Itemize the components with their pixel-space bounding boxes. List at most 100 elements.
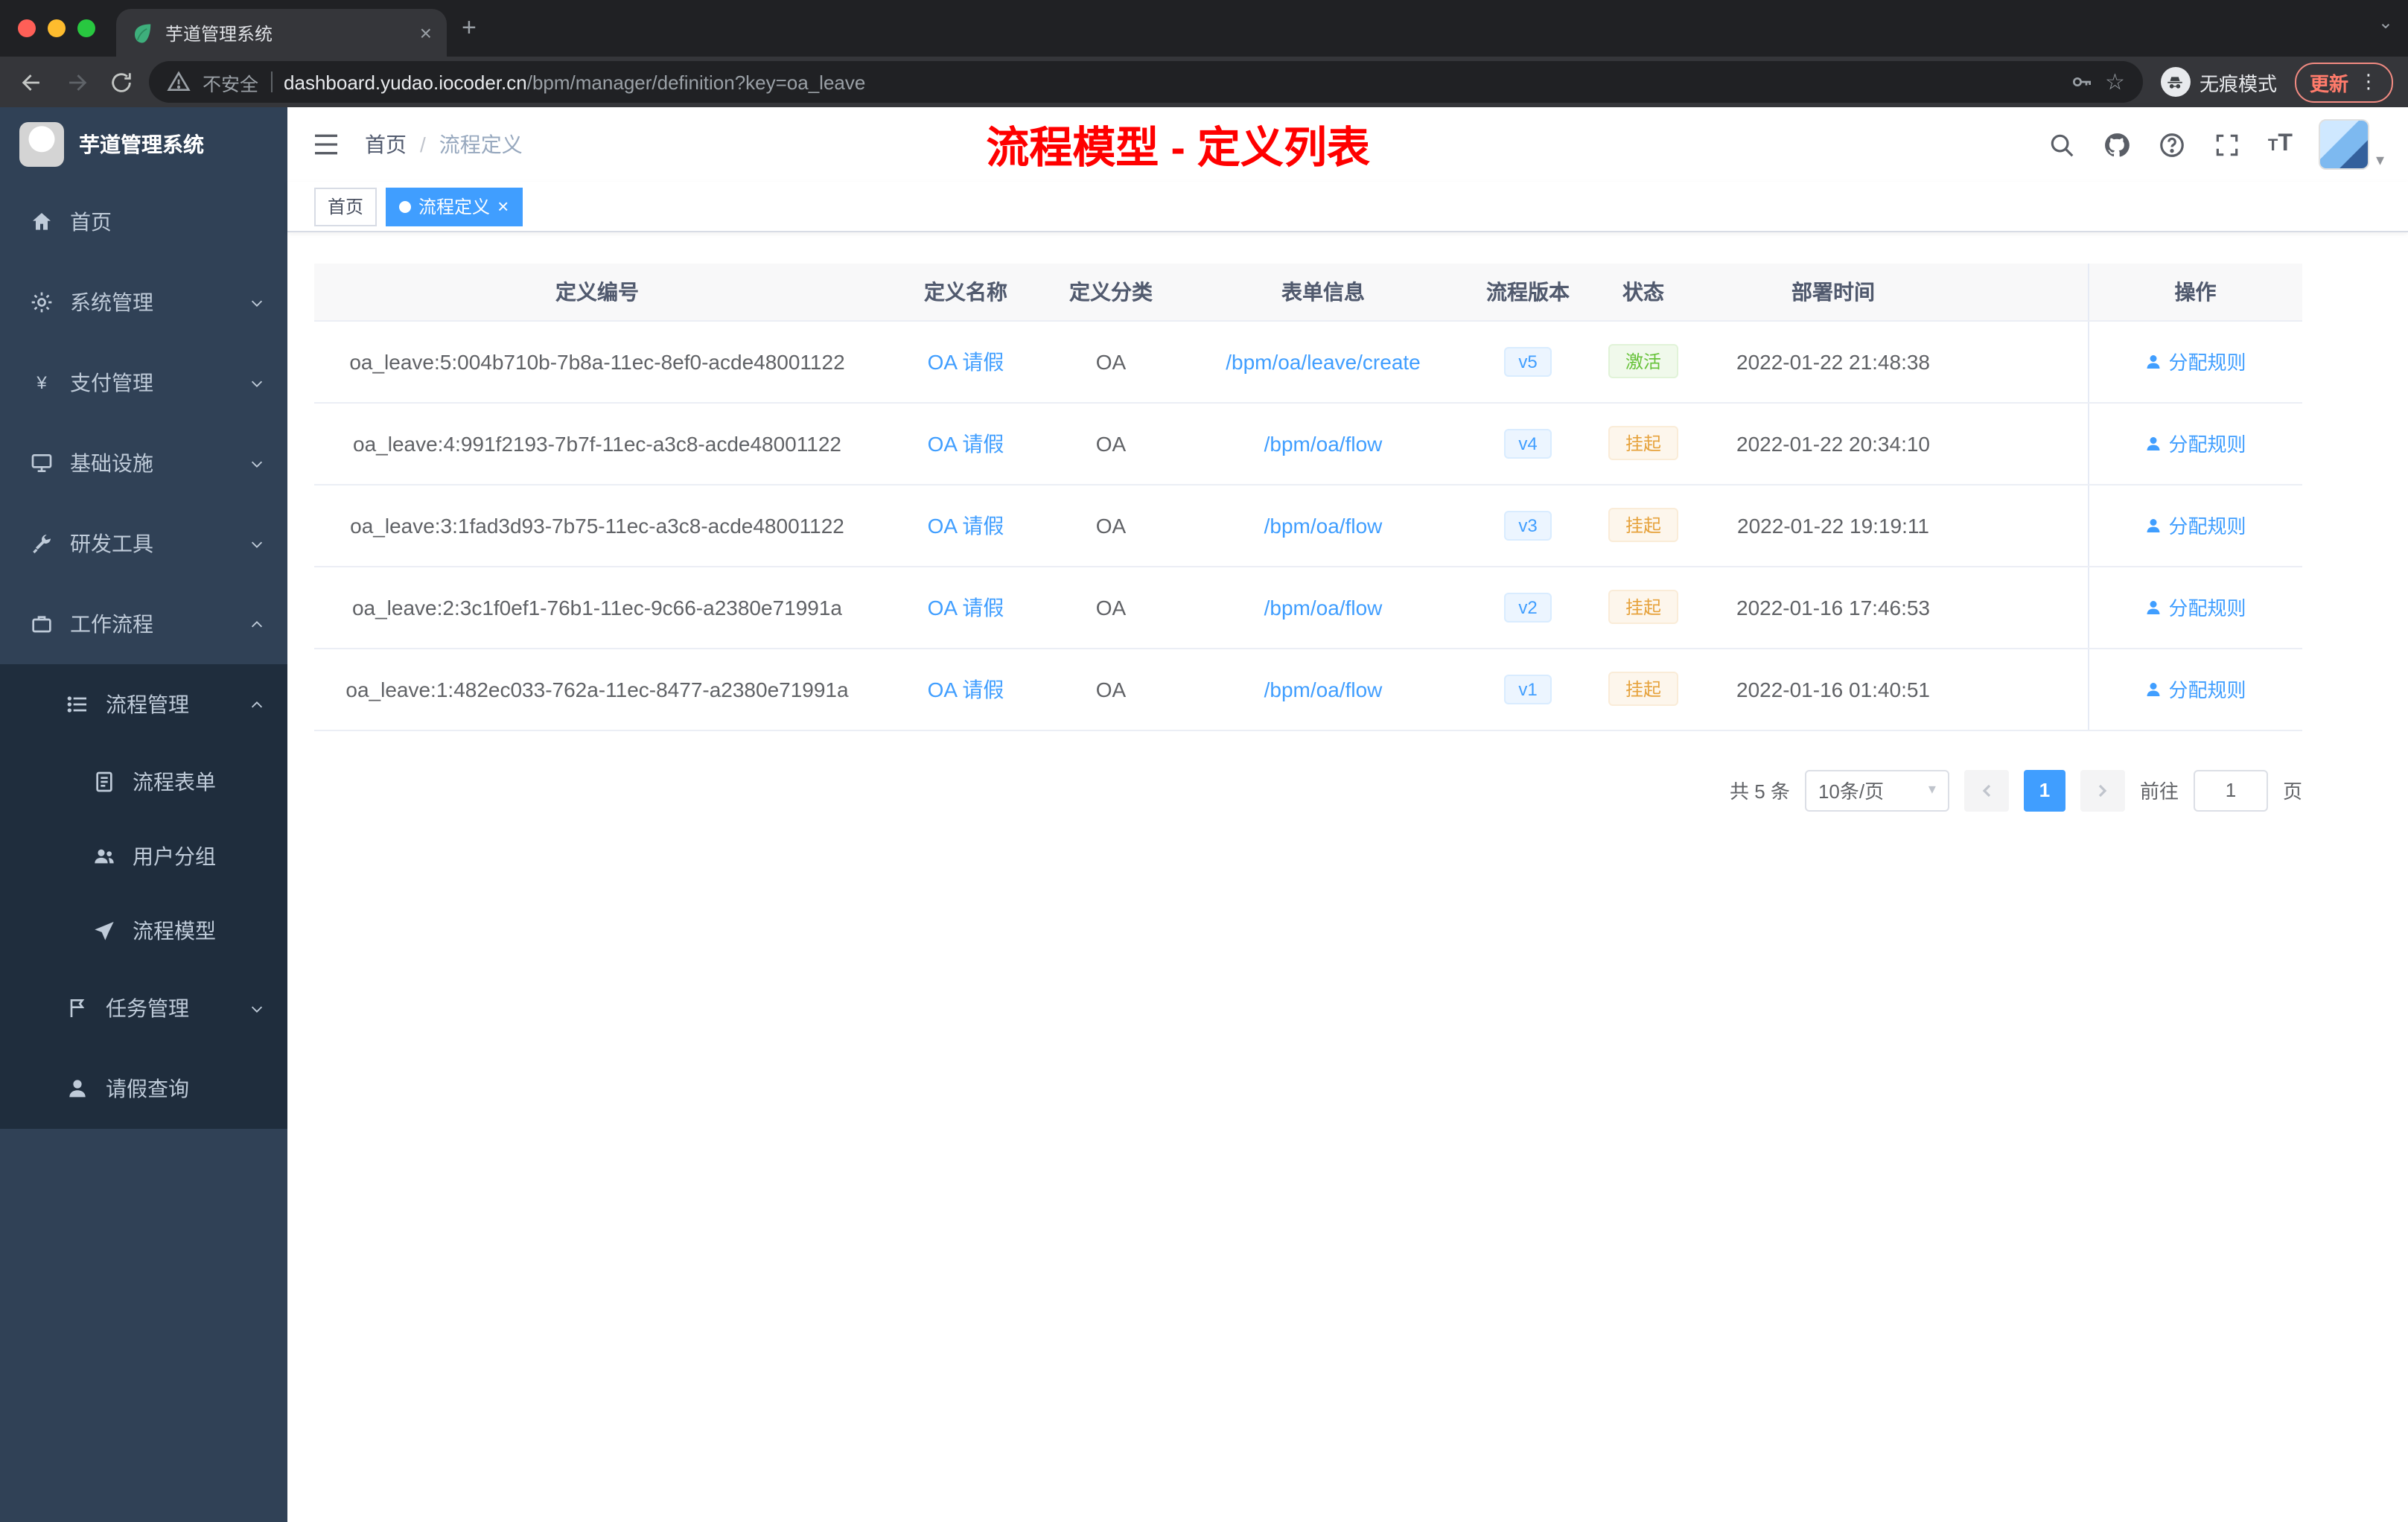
cell-definition-name: OA 请假 xyxy=(880,566,1051,649)
tag-close-icon[interactable]: × xyxy=(497,195,509,217)
sidebar-logo-row[interactable]: 芋道管理系统 xyxy=(0,107,287,182)
sidebar-item-payment[interactable]: ¥ 支付管理 xyxy=(0,343,287,423)
sidebar-item-infrastructure[interactable]: 基础设施 xyxy=(0,423,287,503)
goto-label: 前往 xyxy=(2139,780,2179,803)
back-button[interactable] xyxy=(15,66,48,98)
cell-filler xyxy=(1960,320,2088,403)
reload-button[interactable] xyxy=(104,66,137,98)
update-label[interactable]: 更新 xyxy=(2310,68,2348,96)
sidebar-toggle-icon[interactable] xyxy=(311,130,341,159)
tab-search-chevron-icon[interactable]: ⌄ xyxy=(2378,12,2393,33)
definition-name-link[interactable]: OA 请假 xyxy=(928,349,1004,373)
paper-plane-icon xyxy=(95,922,114,940)
security-label[interactable]: 不安全 xyxy=(203,68,258,96)
chevron-down-icon xyxy=(251,380,263,386)
forward-button[interactable] xyxy=(60,66,92,98)
tag-process-definition[interactable]: 流程定义 × xyxy=(386,187,523,226)
tag-label: 流程定义 xyxy=(418,197,491,217)
address-bar[interactable]: 不安全 dashboard.yudao.iocoder.cn/bpm/manag… xyxy=(149,61,2143,103)
sidebar-item-workflow[interactable]: 工作流程 xyxy=(0,584,287,664)
document-icon xyxy=(96,771,112,792)
browser-menu-icon[interactable]: ⋮ xyxy=(2359,70,2378,94)
sidebar-item-label: 任务管理 xyxy=(106,996,189,1020)
status-badge: 挂起 xyxy=(1608,508,1678,542)
definition-name-link[interactable]: OA 请假 xyxy=(928,677,1004,701)
sidebar-item-leave-query[interactable]: 请假查询 xyxy=(0,1048,287,1129)
form-info-link[interactable]: /bpm/oa/flow xyxy=(1264,677,1383,701)
cell-deploy-time: 2022-01-22 21:48:38 xyxy=(1707,320,1960,403)
tab-close-icon[interactable]: × xyxy=(420,21,432,45)
cell-category: OA xyxy=(1051,566,1170,649)
browser-update-button[interactable]: 更新 ⋮ xyxy=(2294,62,2393,102)
sidebar-item-home[interactable]: 首页 xyxy=(0,182,287,262)
assign-rule-link[interactable]: 分配规则 xyxy=(2144,593,2246,621)
browser-tab[interactable]: 芋道管理系统 × xyxy=(116,9,447,57)
window-controls xyxy=(0,19,116,37)
sidebar-item-system[interactable]: 系统管理 xyxy=(0,262,287,343)
assign-rule-link[interactable]: 分配规则 xyxy=(2144,429,2246,457)
sidebar-item-process-manage[interactable]: 流程管理 xyxy=(0,664,287,745)
form-info-link[interactable]: /bpm/oa/flow xyxy=(1264,513,1383,537)
definition-name-link[interactable]: OA 请假 xyxy=(928,595,1004,619)
cell-form-info: /bpm/oa/flow xyxy=(1170,648,1476,730)
flag-icon xyxy=(70,999,85,1017)
font-size-icon[interactable]: TT xyxy=(2268,131,2293,158)
sidebar-item-user-group[interactable]: 用户分组 xyxy=(0,819,287,894)
page-size-select[interactable]: 10条/页 ▾ xyxy=(1804,769,1949,811)
tag-home[interactable]: 首页 xyxy=(314,187,378,226)
password-key-icon[interactable] xyxy=(2069,70,2093,94)
window-minimize-button[interactable] xyxy=(48,19,66,37)
breadcrumb-home[interactable]: 首页 xyxy=(365,130,407,159)
user-menu[interactable]: ▾ xyxy=(2319,119,2384,170)
cell-action: 分配规则 xyxy=(2087,566,2302,649)
form-info-link[interactable]: /bpm/oa/leave/create xyxy=(1226,349,1421,373)
definition-name-link[interactable]: OA 请假 xyxy=(928,513,1004,537)
user-icon xyxy=(2147,436,2160,450)
home-icon xyxy=(33,213,51,230)
sidebar-item-dev-tools[interactable]: 研发工具 xyxy=(0,503,287,584)
form-info-link[interactable]: /bpm/oa/flow xyxy=(1264,431,1383,455)
cell-status: 挂起 xyxy=(1580,402,1707,485)
sidebar-item-process-model[interactable]: 流程模型 xyxy=(0,894,287,968)
chevron-down-icon xyxy=(251,1005,263,1012)
fullscreen-icon[interactable] xyxy=(2213,130,2241,159)
prev-page-button[interactable] xyxy=(1963,769,2009,811)
cell-version: v5 xyxy=(1476,320,1580,403)
chevron-down-icon xyxy=(251,460,263,467)
window-close-button[interactable] xyxy=(18,19,36,37)
bookmark-star-icon[interactable]: ☆ xyxy=(2105,69,2125,95)
window-maximize-button[interactable] xyxy=(77,19,95,37)
wrench-icon xyxy=(33,535,51,554)
assign-rule-link[interactable]: 分配规则 xyxy=(2144,511,2246,539)
cell-deploy-time: 2022-01-16 01:40:51 xyxy=(1707,648,1960,730)
definition-name-link[interactable]: OA 请假 xyxy=(928,431,1004,455)
version-badge: v2 xyxy=(1503,592,1552,622)
search-icon[interactable] xyxy=(2048,130,2076,159)
cell-definition-name: OA 请假 xyxy=(880,402,1051,485)
avatar-caret-icon: ▾ xyxy=(2375,152,2384,170)
goto-page-input[interactable] xyxy=(2193,769,2268,811)
cell-definition-id: oa_leave:5:004b710b-7b8a-11ec-8ef0-acde4… xyxy=(314,320,880,403)
next-page-button[interactable] xyxy=(2080,769,2125,811)
url-domain: dashboard.yudao.iocoder.cn xyxy=(284,71,527,93)
avatar[interactable] xyxy=(2319,119,2370,170)
table-row: oa_leave:4:991f2193-7b7f-11ec-a3c8-acde4… xyxy=(314,402,2302,485)
page-number-button[interactable]: 1 xyxy=(2023,769,2065,811)
assign-rule-link[interactable]: 分配规则 xyxy=(2144,347,2246,375)
github-icon[interactable] xyxy=(2103,130,2131,159)
sidebar-item-task-manage[interactable]: 任务管理 xyxy=(0,968,287,1048)
cell-definition-name: OA 请假 xyxy=(880,320,1051,403)
help-icon[interactable] xyxy=(2158,130,2186,159)
app-title: 芋道管理系统 xyxy=(79,133,204,156)
assign-rule-link[interactable]: 分配规则 xyxy=(2144,675,2246,703)
cell-filler xyxy=(1960,484,2088,567)
content-area: 定义编号 定义名称 定义分类 表单信息 流程版本 状态 部署时间 操作 oa_leave:5:… xyxy=(287,232,2408,1522)
chevron-down-icon xyxy=(251,299,263,306)
monitor-icon xyxy=(31,454,52,472)
cell-version: v2 xyxy=(1476,566,1580,649)
top-navbar: 首页 / 流程定义 流程模型 - 定义列表 T T ▾ xyxy=(287,107,2408,182)
form-info-link[interactable]: /bpm/oa/flow xyxy=(1264,595,1383,619)
sidebar-item-process-form[interactable]: 流程表单 xyxy=(0,745,287,819)
sidebar-item-label: 研发工具 xyxy=(70,532,153,555)
new-tab-button[interactable]: + xyxy=(462,13,477,43)
